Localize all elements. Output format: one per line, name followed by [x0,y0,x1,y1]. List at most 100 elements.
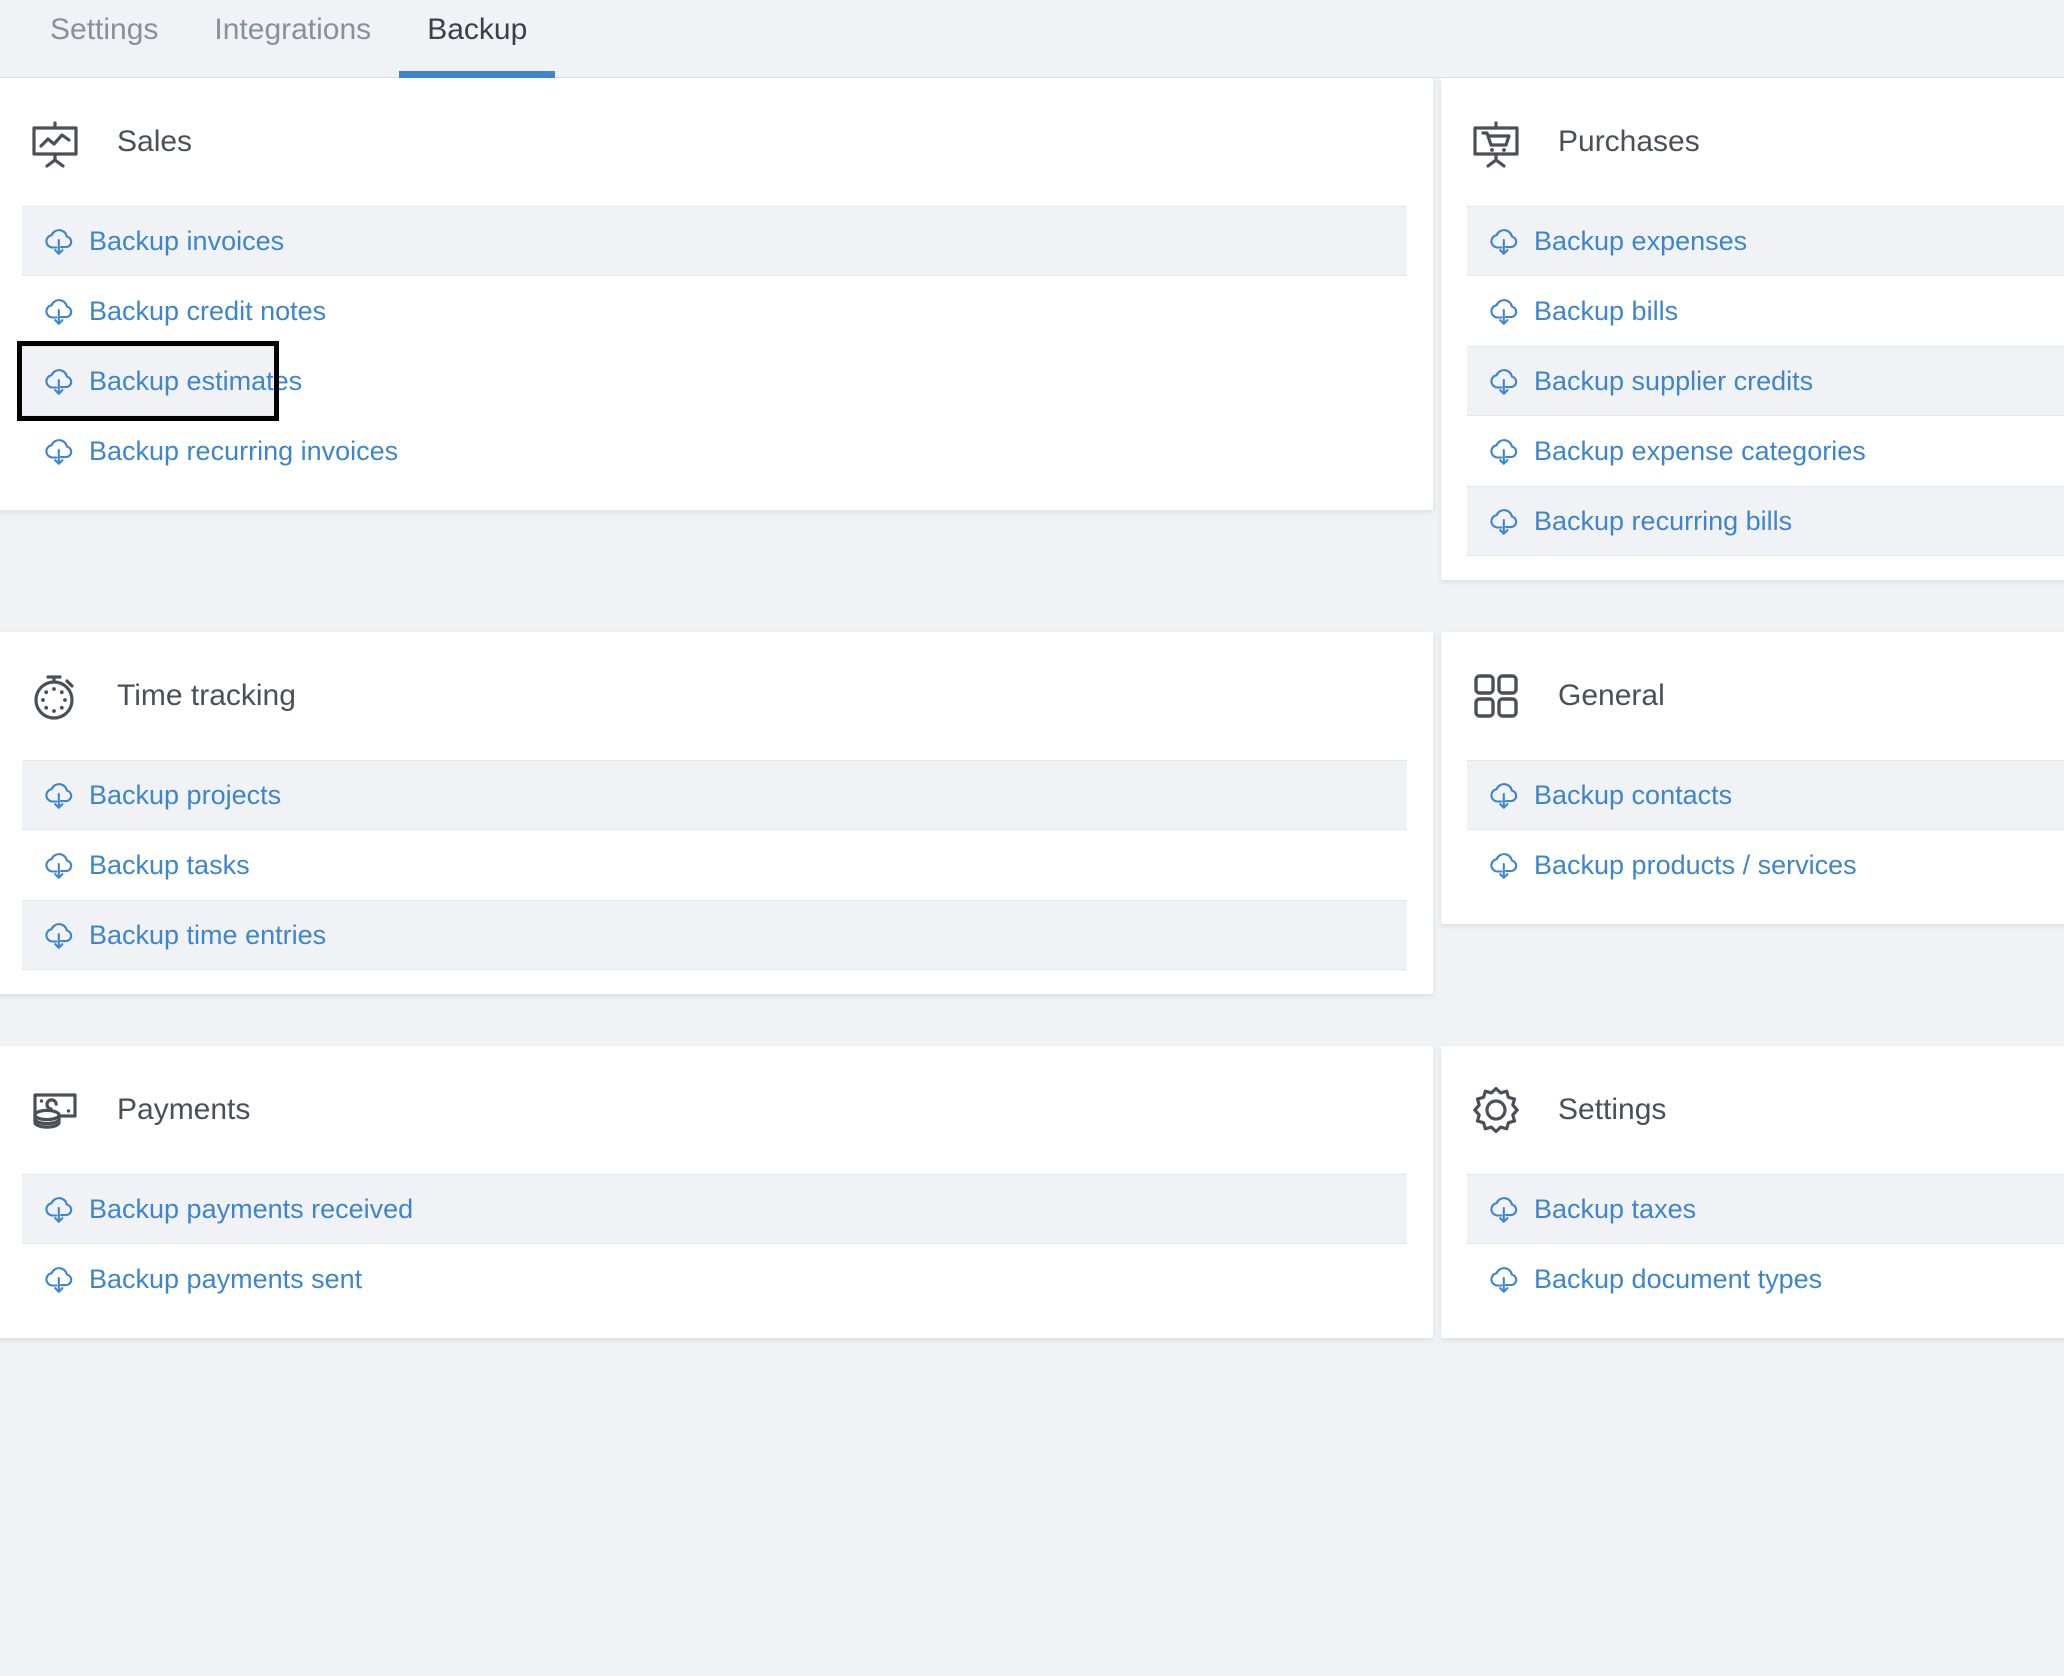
card-row-3: Payments Backup payments received Backup p… [0,1046,2064,1338]
backup-list-time_tracking: Backup projects Backup tasks Backup time e… [22,760,1407,994]
card-payments: Payments Backup payments received Backup p… [0,1046,1433,1338]
backup-link-label: Backup taxes [1534,1193,1697,1224]
backup-card-grid: Sales Backup invoices Backup credit notes B… [0,78,2064,1338]
backup-link-row[interactable]: Backup payments sent [22,1244,1407,1314]
card-title: Payments [117,1093,251,1126]
card-title: Sales [117,125,193,158]
banknote-coins-icon [26,1081,84,1139]
card-general: General Backup contacts Backup products / … [1441,632,2064,924]
tab-label: Settings [50,13,159,46]
backup-list-purchases: Backup expenses Backup bills Backup suppli… [1467,206,2064,580]
backup-link-row[interactable]: Backup credit notes [22,276,1407,346]
backup-list-general: Backup contacts Backup products / service… [1467,760,2064,924]
backup-link-row[interactable]: Backup payments received [22,1174,1407,1244]
backup-link-row[interactable]: Backup recurring bills [1467,486,2064,556]
cloud-download-icon [1487,364,1521,398]
card-header-payments: Payments [0,1046,1433,1174]
cloud-download-icon [1487,1262,1521,1296]
backup-link-label: Backup payments sent [89,1263,363,1294]
tab-backup[interactable]: Backup [399,0,556,78]
stopwatch-icon [26,667,84,725]
backup-link-row[interactable]: Backup bills [1467,276,2064,346]
card-row-2: Time tracking Backup projects Backup tasks… [0,632,2064,994]
cloud-download-icon [1487,504,1521,538]
backup-link-row[interactable]: Backup taxes [1467,1174,2064,1244]
card-sales: Sales Backup invoices Backup credit notes B… [0,78,1433,510]
backup-link-label: Backup bills [1534,295,1679,326]
cloud-download-icon [1487,778,1521,812]
backup-link-row[interactable]: Backup expenses [1467,206,2064,276]
backup-list-payments: Backup payments received Backup payments … [22,1174,1407,1338]
grid-squares-icon [1467,667,1525,725]
gear-icon [1467,1081,1525,1139]
backup-link-row[interactable]: Backup contacts [1467,760,2064,830]
backup-link-label: Backup contacts [1534,779,1733,810]
backup-link-label: Backup estimates [89,365,303,396]
card-settings: Settings Backup taxes Backup document type… [1441,1046,2064,1338]
card-title: Time tracking [117,679,296,712]
row-gap-1 [0,580,2064,632]
card-title: General [1558,679,1665,712]
card-time-tracking: Time tracking Backup projects Backup tasks… [0,632,1433,994]
backup-link-row[interactable]: Backup invoices [22,206,1407,276]
cloud-download-icon [1487,848,1521,882]
backup-link-label: Backup invoices [89,225,285,256]
backup-link-label: Backup credit notes [89,295,327,326]
backup-link-label: Backup products / services [1534,849,1857,880]
backup-link-label: Backup document types [1534,1263,1823,1294]
backup-link-label: Backup tasks [89,849,250,880]
column-left-3: Payments Backup payments received Backup p… [0,1046,1441,1338]
tab-bar: Settings Integrations Backup [0,0,2064,78]
backup-link-row[interactable]: Backup time entries [22,900,1407,970]
tab-integrations[interactable]: Integrations [186,0,399,78]
backup-link-row[interactable]: Backup recurring invoices [22,416,1407,486]
column-right-1: Purchases Backup expenses Backup bills Back… [1441,78,2064,580]
card-header-sales: Sales [0,78,1433,206]
backup-link-row[interactable]: Backup estimates [17,341,302,421]
card-title: Settings [1558,1093,1667,1126]
column-left-1: Sales Backup invoices Backup credit notes B… [0,78,1441,510]
backup-list-sales: Backup invoices Backup credit notes Backup… [17,206,1407,510]
cloud-download-icon [42,434,76,468]
cloud-download-icon [1487,224,1521,258]
cloud-download-icon [1487,294,1521,328]
backup-link-row[interactable]: Backup expense categories [1467,416,2064,486]
card-title: Purchases [1558,125,1700,158]
backup-link-row[interactable]: Backup document types [1467,1244,2064,1314]
backup-link-label: Backup time entries [89,919,327,950]
column-right-2: General Backup contacts Backup products / … [1441,632,2064,924]
backup-link-row[interactable]: Backup projects [22,760,1407,830]
cloud-download-icon [1487,1192,1521,1226]
cloud-download-icon [42,848,76,882]
card-purchases: Purchases Backup expenses Backup bills Back… [1441,78,2064,580]
backup-link-row[interactable]: Backup products / services [1467,830,2064,900]
column-right-3: Settings Backup taxes Backup document type… [1441,1046,2064,1338]
cloud-download-icon [42,1192,76,1226]
presentation-cart-icon [1467,113,1525,171]
cloud-download-icon [42,364,76,398]
card-header-general: General [1441,632,2064,760]
tab-label: Integrations [214,13,372,46]
backup-link-label: Backup projects [89,779,282,810]
cloud-download-icon [1487,434,1521,468]
backup-link-label: Backup recurring invoices [89,435,399,466]
backup-link-row[interactable]: Backup tasks [22,830,1407,900]
cloud-download-icon [42,778,76,812]
card-header-purchases: Purchases [1441,78,2064,206]
backup-link-label: Backup expenses [1534,225,1748,256]
cloud-download-icon [42,1262,76,1296]
backup-list-settings: Backup taxes Backup document types [1467,1174,2064,1338]
card-header-time_tracking: Time tracking [0,632,1433,760]
backup-link-label: Backup expense categories [1534,435,1866,466]
cloud-download-icon [42,224,76,258]
card-header-settings: Settings [1441,1046,2064,1174]
backup-link-label: Backup supplier credits [1534,365,1814,396]
presentation-chart-icon [26,113,84,171]
backup-link-label: Backup payments received [89,1193,414,1224]
backup-link-label: Backup recurring bills [1534,505,1793,536]
backup-link-row[interactable]: Backup supplier credits [1467,346,2064,416]
row-gap-2 [0,994,2064,1046]
column-left-2: Time tracking Backup projects Backup tasks… [0,632,1441,994]
tab-settings[interactable]: Settings [22,0,186,78]
tab-label: Backup [427,13,528,46]
